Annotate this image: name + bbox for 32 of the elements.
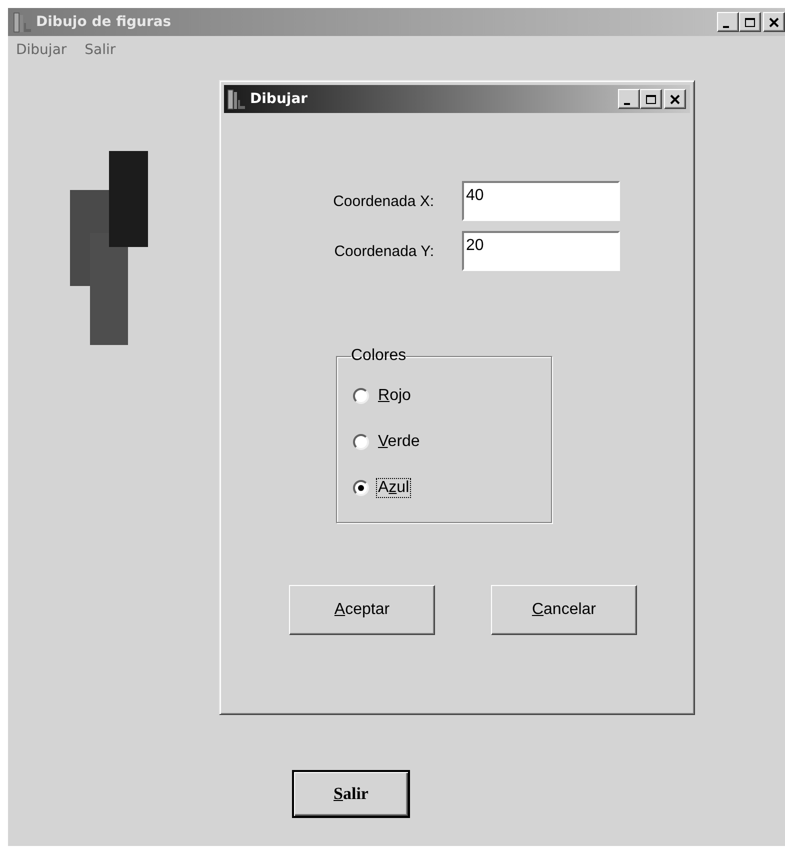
accept-button[interactable]: Aceptar xyxy=(289,585,435,635)
app-icon xyxy=(226,88,248,110)
maximize-button[interactable] xyxy=(640,89,662,109)
maximize-icon xyxy=(645,94,657,104)
dialog-title: Dibujar xyxy=(250,91,308,107)
app-icon xyxy=(12,11,34,33)
minimize-button[interactable] xyxy=(717,12,739,32)
radio-button[interactable] xyxy=(353,388,369,404)
close-icon xyxy=(669,94,681,104)
close-button[interactable] xyxy=(763,12,785,32)
radio-label[interactable]: Rojo xyxy=(377,387,412,405)
field-label: Coordenada X: xyxy=(333,192,434,210)
radio-button[interactable] xyxy=(353,480,369,496)
maximize-button[interactable] xyxy=(739,12,761,32)
menu-item[interactable]: Salir xyxy=(82,42,118,58)
menu-item[interactable]: Dibujar xyxy=(14,42,69,58)
cancel-button[interactable]: Cancelar xyxy=(491,585,637,635)
radio-button[interactable] xyxy=(353,434,369,450)
minimize-icon xyxy=(723,26,729,28)
coordinate-field[interactable]: 40 xyxy=(462,181,620,221)
minimize-icon xyxy=(624,102,630,104)
close-button[interactable] xyxy=(664,89,686,109)
minimize-button[interactable] xyxy=(618,89,640,109)
maximize-icon xyxy=(744,16,756,28)
coordinate-field[interactable]: 20 xyxy=(462,231,620,271)
radio-label[interactable]: Azul xyxy=(377,479,410,497)
group-title: Colores xyxy=(351,347,406,365)
window-title: Dibujo de figuras xyxy=(36,14,172,30)
radio-label[interactable]: Verde xyxy=(377,433,421,451)
field-label: Coordenada Y: xyxy=(334,242,434,260)
close-icon xyxy=(768,16,780,28)
exit-button[interactable]: Salir xyxy=(292,770,410,818)
